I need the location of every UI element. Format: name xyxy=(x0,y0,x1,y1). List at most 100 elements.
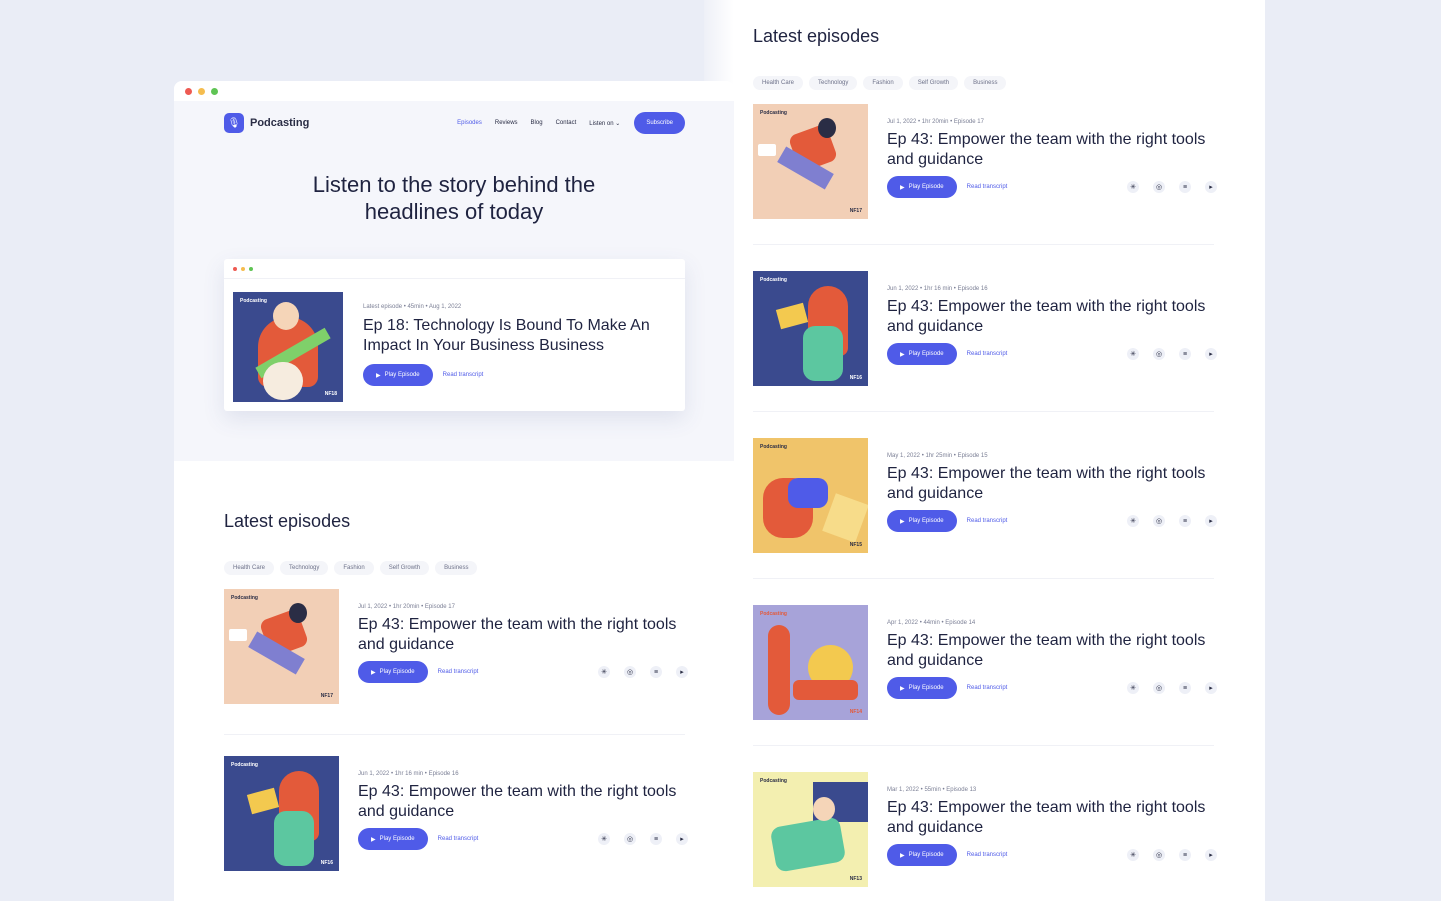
episode-actions: ▶ Play Episode Read transcript ✳ ◎ ≡ ▸ xyxy=(887,677,1217,699)
play-episode-button[interactable]: ▶ Play Episode xyxy=(363,364,433,386)
apple-podcasts-icon[interactable]: ◎ xyxy=(1153,181,1165,193)
spotify-icon[interactable]: ≡ xyxy=(1179,515,1191,527)
read-transcript-link[interactable]: Read transcript xyxy=(438,836,479,842)
episode-artwork[interactable]: Podcasting NF15 xyxy=(753,438,868,553)
episode-artwork[interactable]: Podcasting NF16 xyxy=(753,271,868,386)
play-episode-button[interactable]: ▶ Play Episode xyxy=(358,828,428,850)
featured-meta: Latest episode • 45min • Aug 1, 2022 xyxy=(363,304,462,310)
youtube-icon[interactable]: ▸ xyxy=(1205,348,1217,360)
play-episode-button[interactable]: ▶ Play Episode xyxy=(887,176,957,198)
play-episode-button[interactable]: ▶ Play Episode xyxy=(887,677,957,699)
play-episode-button[interactable]: ▶ Play Episode xyxy=(887,343,957,365)
read-transcript-link[interactable]: Read transcript xyxy=(967,184,1008,190)
podcasts-icon[interactable]: ✳ xyxy=(1127,181,1139,193)
play-icon: ▶ xyxy=(371,836,376,843)
spotify-icon[interactable]: ≡ xyxy=(1179,348,1191,360)
tag-health-care[interactable]: Health Care xyxy=(224,561,275,575)
tag-fashion[interactable]: Fashion xyxy=(334,561,374,575)
youtube-icon[interactable]: ▸ xyxy=(1205,181,1217,193)
youtube-icon[interactable]: ▸ xyxy=(676,666,688,678)
podcasts-icon[interactable]: ✳ xyxy=(1127,682,1139,694)
close-window-button[interactable] xyxy=(185,87,192,95)
podcasts-icon[interactable]: ✳ xyxy=(1127,515,1139,527)
nav-link-episodes[interactable]: Episodes xyxy=(457,120,482,126)
featured-title[interactable]: Ep 18: Technology Is Bound To Make An Im… xyxy=(363,316,673,356)
tag-technology[interactable]: Technology xyxy=(280,561,329,575)
tag-technology[interactable]: Technology xyxy=(809,76,858,90)
apple-podcasts-icon[interactable]: ◎ xyxy=(1153,682,1165,694)
spotify-icon[interactable]: ≡ xyxy=(650,833,662,845)
episode-title[interactable]: Ep 43: Empower the team with the right t… xyxy=(887,631,1217,671)
apple-podcasts-icon[interactable]: ◎ xyxy=(624,833,636,845)
episode-artwork[interactable]: Podcasting NF17 xyxy=(224,589,339,704)
apple-podcasts-icon[interactable]: ◎ xyxy=(624,666,636,678)
spotify-icon[interactable]: ≡ xyxy=(650,666,662,678)
podcasts-icon[interactable]: ✳ xyxy=(1127,849,1139,861)
brand-name[interactable]: Podcasting xyxy=(250,117,309,129)
artwork-label: Podcasting xyxy=(240,298,267,304)
youtube-icon[interactable]: ▸ xyxy=(676,833,688,845)
episode-artwork[interactable]: Podcasting NF17 xyxy=(753,104,868,219)
episode-info: Jul 1, 2022 • 1hr 20min • Episode 17 Ep … xyxy=(887,119,1217,198)
episode-title[interactable]: Ep 43: Empower the team with the right t… xyxy=(887,297,1217,337)
row-divider xyxy=(753,745,1214,746)
play-episode-button[interactable]: ▶ Play Episode xyxy=(887,844,957,866)
tag-business[interactable]: Business xyxy=(964,76,1007,90)
youtube-icon[interactable]: ▸ xyxy=(1205,849,1217,861)
microphone-logo-icon[interactable]: 🎙 xyxy=(224,113,244,133)
tag-self-growth[interactable]: Self Growth xyxy=(908,76,959,90)
nav-link-reviews[interactable]: Reviews xyxy=(495,120,518,126)
youtube-icon[interactable]: ▸ xyxy=(1205,682,1217,694)
card-dot-yellow xyxy=(241,266,245,271)
episode-artwork[interactable]: Podcasting NF14 xyxy=(753,605,868,720)
spotify-icon[interactable]: ≡ xyxy=(1179,181,1191,193)
subscribe-button[interactable]: Subscribe xyxy=(634,112,685,134)
featured-episode-artwork[interactable]: Podcasting NF18 xyxy=(233,292,343,402)
artwork-label: Podcasting xyxy=(760,277,787,283)
apple-podcasts-icon[interactable]: ◎ xyxy=(1153,348,1165,360)
platform-links: ✳ ◎ ≡ ▸ xyxy=(598,666,688,678)
minimize-window-button[interactable] xyxy=(198,87,205,95)
read-transcript-link[interactable]: Read transcript xyxy=(438,669,479,675)
read-transcript-link[interactable]: Read transcript xyxy=(967,852,1008,858)
platform-links: ✳ ◎ ≡ ▸ xyxy=(1127,682,1217,694)
podcasts-icon[interactable]: ✳ xyxy=(1127,348,1139,360)
podcasts-icon[interactable]: ✳ xyxy=(598,666,610,678)
nav-link-blog[interactable]: Blog xyxy=(531,120,543,126)
hero-title: Listen to the story behind the headlines… xyxy=(174,171,734,225)
read-transcript-link[interactable]: Read transcript xyxy=(967,685,1008,691)
apple-podcasts-icon[interactable]: ◎ xyxy=(1153,515,1165,527)
spotify-icon[interactable]: ≡ xyxy=(1179,849,1191,861)
episode-title[interactable]: Ep 43: Empower the team with the right t… xyxy=(887,130,1217,170)
nav-link-contact[interactable]: Contact xyxy=(556,120,577,126)
episode-title[interactable]: Ep 43: Empower the team with the right t… xyxy=(887,464,1217,504)
tag-self-growth[interactable]: Self Growth xyxy=(379,561,430,575)
episode-artwork[interactable]: Podcasting NF16 xyxy=(224,756,339,871)
listen-on-label: Listen on xyxy=(589,120,614,127)
episode-title[interactable]: Ep 43: Empower the team with the right t… xyxy=(358,782,688,822)
podcasts-icon[interactable]: ✳ xyxy=(598,833,610,845)
episode-row: Podcasting NF16 Jun 1, 2022 • 1hr 16 min… xyxy=(753,271,1217,386)
tag-fashion[interactable]: Fashion xyxy=(863,76,903,90)
maximize-window-button[interactable] xyxy=(211,87,218,95)
episode-artwork[interactable]: Podcasting NF13 xyxy=(753,772,868,887)
play-episode-button[interactable]: ▶ Play Episode xyxy=(358,661,428,683)
nav-link-listen-on[interactable]: Listen on ⌄ xyxy=(589,120,620,127)
play-icon: ▶ xyxy=(900,685,905,692)
apple-podcasts-icon[interactable]: ◎ xyxy=(1153,849,1165,861)
episode-title[interactable]: Ep 43: Empower the team with the right t… xyxy=(358,615,688,655)
tag-health-care[interactable]: Health Care xyxy=(753,76,804,90)
row-divider xyxy=(753,411,1214,412)
read-transcript-link[interactable]: Read transcript xyxy=(967,351,1008,357)
platform-links: ✳ ◎ ≡ ▸ xyxy=(1127,849,1217,861)
youtube-icon[interactable]: ▸ xyxy=(1205,515,1217,527)
episode-title[interactable]: Ep 43: Empower the team with the right t… xyxy=(887,798,1217,838)
play-episode-label: Play Episode xyxy=(379,836,415,842)
tag-business[interactable]: Business xyxy=(435,561,478,575)
play-episode-button[interactable]: ▶ Play Episode xyxy=(887,510,957,532)
spotify-icon[interactable]: ≡ xyxy=(1179,682,1191,694)
read-transcript-link[interactable]: Read transcript xyxy=(967,518,1008,524)
play-icon: ▶ xyxy=(376,372,381,379)
read-transcript-link[interactable]: Read transcript xyxy=(443,372,484,378)
episode-actions: ▶ Play Episode Read transcript ✳ ◎ ≡ ▸ xyxy=(887,176,1217,198)
